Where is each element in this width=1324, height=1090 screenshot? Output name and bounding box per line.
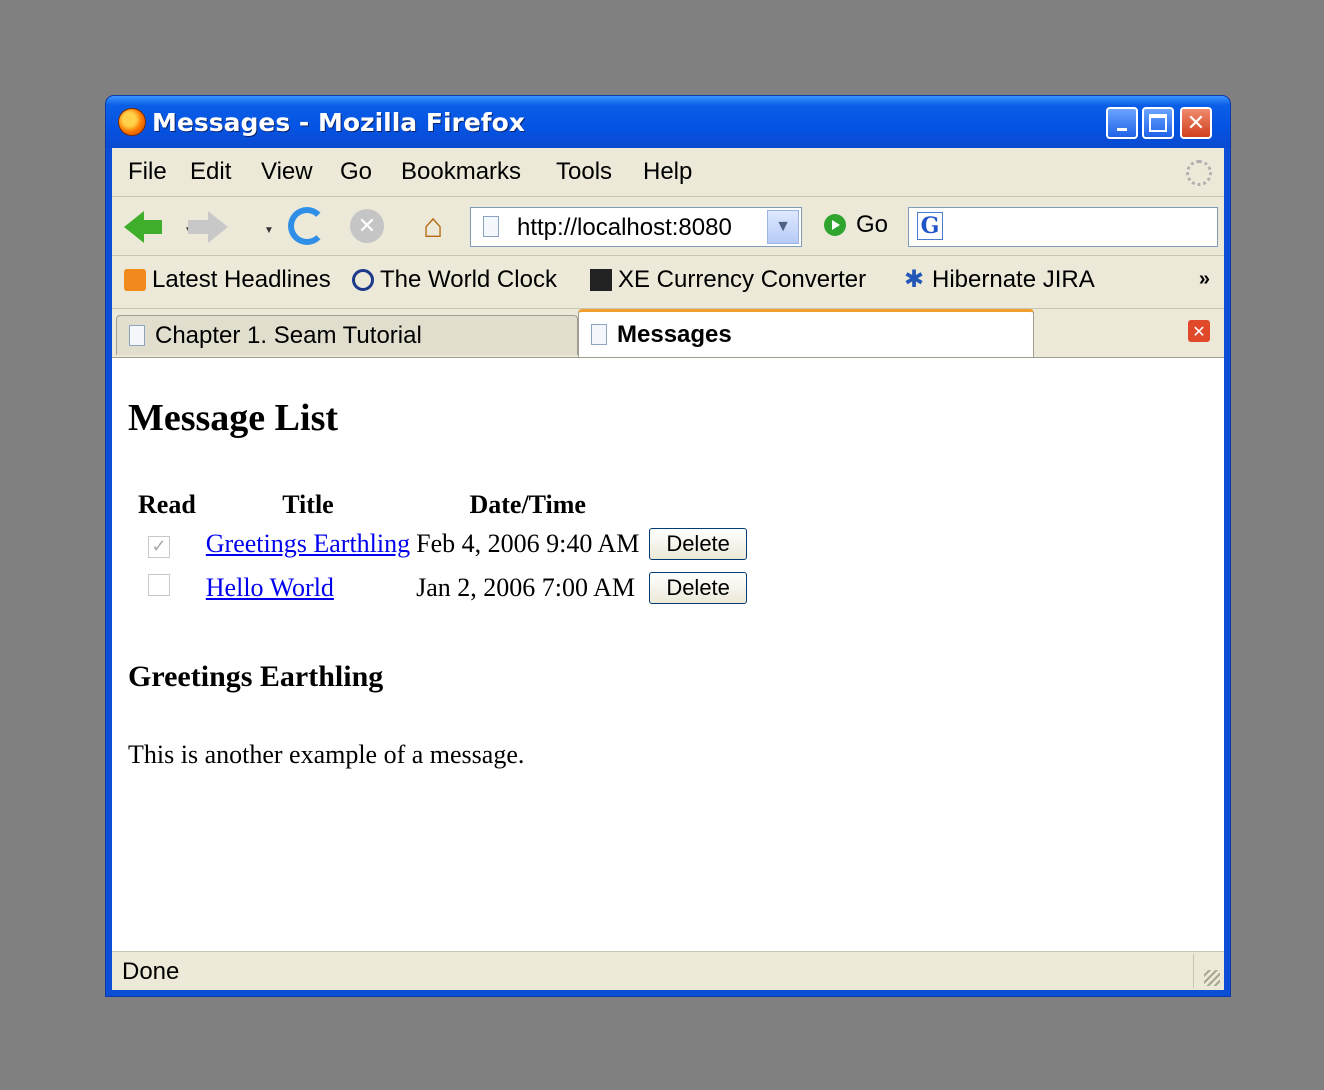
table-header-row: Read Title Date/Time (134, 490, 747, 520)
bookmark-xe-currency[interactable]: XE Currency Converter (590, 266, 866, 294)
menu-tools[interactable]: Tools (556, 158, 612, 186)
column-title: Title (282, 490, 334, 519)
message-table: Read Title Date/Time ✓ Greetings Earthli… (128, 486, 753, 612)
delete-button[interactable]: Delete (649, 528, 747, 560)
bookmarks-toolbar: Latest Headlines The World Clock XE Curr… (112, 256, 1224, 309)
bookmark-world-clock[interactable]: The World Clock (352, 266, 557, 294)
selected-message-body: This is another example of a message. (128, 740, 525, 769)
window-title: Messages - Mozilla Firefox (152, 108, 525, 137)
bookmark-latest-headlines[interactable]: Latest Headlines (124, 266, 331, 294)
jira-icon: ✱ (903, 266, 925, 293)
menu-file[interactable]: File (128, 158, 167, 186)
table-row: Hello World Jan 2, 2006 7:00 AM Delete (134, 568, 747, 608)
xe-icon (590, 269, 612, 291)
back-arrow-icon[interactable] (124, 211, 162, 243)
status-text: Done (122, 958, 180, 985)
firefox-icon (118, 108, 146, 136)
message-datetime: Feb 4, 2006 9:40 AM (416, 529, 640, 558)
column-read: Read (138, 490, 196, 519)
resize-grip-icon[interactable] (1204, 970, 1220, 986)
navigation-toolbar: ▼ ▼ ✕ ⌂ http://localhost:8080 ▼ Go G (112, 197, 1224, 256)
menu-help[interactable]: Help (643, 158, 692, 186)
bookmarks-overflow-icon[interactable]: » (1199, 268, 1210, 291)
page-content: Message List Read Title Date/Time ✓ Gree… (112, 357, 1224, 952)
google-search-icon[interactable]: G (917, 212, 943, 240)
go-label: Go (856, 211, 889, 238)
delete-button[interactable]: Delete (649, 572, 747, 604)
menu-go[interactable]: Go (340, 158, 372, 186)
column-actions (645, 490, 747, 520)
search-box[interactable]: G (908, 207, 1218, 247)
page-icon (591, 324, 607, 345)
bookmark-hibernate-jira[interactable]: ✱ Hibernate JIRA (902, 266, 1095, 294)
go-button[interactable]: Go (824, 211, 888, 239)
bookmark-label: The World Clock (380, 266, 557, 293)
tab-seam-tutorial[interactable]: Chapter 1. Seam Tutorial (116, 315, 578, 355)
title-bar[interactable]: Messages - Mozilla Firefox ✕ (106, 96, 1230, 148)
menu-bar: File Edit View Go Bookmarks Tools Help (112, 148, 1224, 197)
message-datetime: Jan 2, 2006 7:00 AM (416, 573, 635, 602)
forward-dropdown-icon[interactable]: ▼ (264, 225, 274, 236)
throbber-icon (1186, 160, 1212, 186)
status-divider (1193, 954, 1194, 988)
bookmark-label: Latest Headlines (152, 266, 331, 293)
page-heading: Message List (128, 397, 339, 439)
tab-label: Chapter 1. Seam Tutorial (155, 321, 422, 349)
selected-message-title: Greetings Earthling (128, 660, 384, 693)
go-icon (824, 214, 846, 236)
read-checkbox[interactable] (148, 574, 170, 596)
stop-icon[interactable]: ✕ (350, 209, 384, 243)
url-bar[interactable]: http://localhost:8080 ▼ (470, 207, 802, 247)
column-datetime: Date/Time (469, 490, 586, 519)
tab-messages[interactable]: Messages (578, 309, 1034, 357)
maximize-button[interactable] (1142, 107, 1174, 139)
message-title-link[interactable]: Hello World (206, 573, 334, 602)
tab-label: Messages (617, 320, 732, 348)
world-clock-icon (352, 269, 374, 291)
menu-bookmarks[interactable]: Bookmarks (401, 158, 521, 186)
page-icon (483, 216, 499, 237)
reload-icon[interactable] (288, 207, 326, 245)
browser-client: File Edit View Go Bookmarks Tools Help ▼… (112, 148, 1224, 990)
page-icon (129, 325, 145, 346)
status-bar: Done (112, 951, 1224, 990)
close-window-button[interactable]: ✕ (1180, 107, 1212, 139)
bookmark-label: Hibernate JIRA (932, 266, 1095, 293)
close-tab-icon[interactable]: ✕ (1188, 320, 1210, 342)
rss-icon (124, 269, 146, 291)
url-input[interactable]: http://localhost:8080 (517, 214, 732, 242)
menu-view[interactable]: View (261, 158, 313, 186)
tab-bar: Chapter 1. Seam Tutorial Messages ✕ (112, 309, 1224, 357)
home-icon[interactable]: ⌂ (414, 207, 452, 245)
menu-edit[interactable]: Edit (190, 158, 231, 186)
bookmark-label: XE Currency Converter (618, 266, 867, 293)
browser-window: Messages - Mozilla Firefox ✕ File Edit V… (106, 96, 1230, 996)
message-title-link[interactable]: Greetings Earthling (206, 529, 410, 558)
read-checkbox[interactable]: ✓ (148, 535, 170, 558)
url-dropdown-icon[interactable]: ▼ (767, 210, 799, 244)
forward-arrow-icon[interactable] (188, 211, 228, 243)
table-row: ✓ Greetings Earthling Feb 4, 2006 9:40 A… (134, 524, 747, 564)
minimize-button[interactable] (1106, 107, 1138, 139)
